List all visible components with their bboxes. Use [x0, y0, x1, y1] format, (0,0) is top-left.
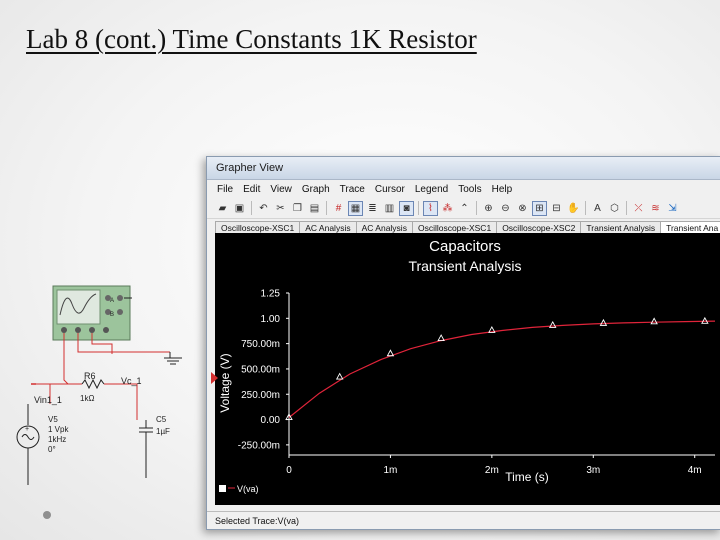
legend[interactable]: V(va)	[219, 484, 259, 494]
circuit-schematic: A B R6 1kΩ Vc_1 Vin1_1 + V5 1 Vpk 1kHz 0…	[16, 285, 182, 485]
y-tick-label: 1.25	[261, 289, 281, 300]
toolbar: ▰ ▣ ↶ ✂ ❐ ▤ # ▦ ≣ ▥ ◙ ⌇ ⁂ ⌃ ⊕ ⊖ ⊗ ⊞ ⊟ ✋ A ⬡ ⤫ ≋ ⇲	[207, 198, 720, 219]
pan-icon[interactable]: ✋	[566, 201, 581, 216]
legend-swatch	[219, 485, 226, 492]
plot-area[interactable]: Capacitors Transient Analysis Voltage (V…	[215, 233, 720, 505]
grapher-window[interactable]: Grapher View File Edit View Graph Trace Curso…	[206, 156, 720, 530]
x-tick-label: 0	[286, 465, 292, 476]
source-ref: V5	[48, 415, 58, 424]
x-tick-label: 1m	[383, 465, 397, 476]
cut-icon[interactable]: ✂	[273, 201, 288, 216]
ground-icon	[164, 352, 182, 365]
background-icon[interactable]: ◙	[399, 200, 414, 216]
scope-channel-b: B	[110, 312, 114, 318]
toolbar-separator	[251, 201, 252, 215]
hex-icon[interactable]: ⬡	[607, 201, 622, 216]
source-frequency: 1kHz	[48, 435, 66, 444]
export-icon[interactable]: ⇲	[665, 201, 680, 216]
y-tick-label: 750.00m	[241, 339, 280, 350]
source-amplitude: 1 Vpk	[48, 425, 69, 434]
menu-tools[interactable]: Tools	[458, 184, 481, 195]
status-bar: Selected Trace:V(va)	[207, 511, 720, 529]
data-marker	[701, 316, 709, 324]
y-axis-label: Voltage (V)	[218, 353, 232, 412]
undo-icon[interactable]: ↶	[256, 201, 271, 216]
toggle-grid-icon[interactable]: ▦	[348, 200, 363, 216]
menu-edit[interactable]: Edit	[243, 184, 260, 195]
y-tick-label: 500.00m	[241, 364, 280, 375]
menu-cursor[interactable]: Cursor	[375, 184, 405, 195]
x-tick-label: 2m	[485, 465, 499, 476]
zoom-full-icon[interactable]: ⊞	[532, 200, 547, 216]
chart-subtitle: Transient Analysis	[408, 258, 521, 274]
copy-icon[interactable]: ❐	[290, 201, 305, 216]
scope-channel-a: A	[110, 298, 114, 304]
measure-icon[interactable]: ≋	[648, 201, 663, 216]
input-label: Vin1_1	[34, 395, 62, 405]
x-tick-label: 4m	[688, 465, 702, 476]
data-marker	[650, 317, 658, 325]
menu-view[interactable]: View	[270, 184, 292, 195]
overlay-icon[interactable]: ⌃	[457, 201, 472, 216]
data-marker	[335, 372, 344, 380]
y-tick-label: 250.00m	[241, 390, 280, 401]
toolbar-separator	[476, 201, 477, 215]
capacitor-icon	[139, 420, 153, 478]
window-title[interactable]: Grapher View	[207, 157, 720, 180]
chart-title: Capacitors	[429, 238, 501, 255]
data-marker	[599, 318, 608, 326]
cursor-marker-icon[interactable]	[211, 372, 219, 384]
slide-title: Lab 8 (cont.) Time Constants 1K Resistor	[26, 24, 477, 54]
chart: Capacitors Transient Analysis Voltage (V…	[218, 238, 716, 494]
toolbar-separator	[326, 201, 327, 215]
paste-icon[interactable]: ▤	[307, 201, 322, 216]
resistor-icon	[81, 378, 105, 390]
save-icon[interactable]: ▣	[232, 201, 247, 216]
resistor-ref: R6	[84, 371, 96, 381]
text-icon[interactable]: A	[590, 201, 605, 216]
menu-bar: File Edit View Graph Trace Cursor Legend Tools H…	[207, 180, 720, 198]
legend-label: V(va)	[237, 484, 259, 494]
grid-icon[interactable]: #	[331, 201, 346, 216]
oscilloscope-icon	[52, 285, 131, 341]
menu-trace[interactable]: Trace	[340, 184, 365, 195]
zoom-y-icon[interactable]: ⊟	[549, 201, 564, 216]
open-icon[interactable]: ▰	[215, 201, 230, 216]
capacitor-value: 1µF	[156, 427, 170, 436]
zoom-area-icon[interactable]: ⊕	[481, 201, 496, 216]
data-marker	[386, 349, 395, 357]
y-tick-label: -250.00m	[238, 440, 280, 451]
zoom-out-icon[interactable]: ⊖	[498, 201, 513, 216]
y-tick-label: 0.00	[261, 415, 281, 426]
menu-graph[interactable]: Graph	[302, 184, 330, 195]
menu-file[interactable]: File	[217, 184, 233, 195]
svg-text:+: +	[25, 426, 29, 433]
source-phase: 0°	[48, 445, 56, 454]
menu-legend[interactable]: Legend	[415, 184, 448, 195]
cursor-icon[interactable]: ⌇	[423, 200, 438, 216]
toolbar-separator	[585, 201, 586, 215]
properties-icon[interactable]: ▥	[382, 201, 397, 216]
data-marker-icon[interactable]: ⁂	[440, 201, 455, 216]
toolbar-separator	[626, 201, 627, 215]
ac-source-icon: +	[16, 404, 40, 485]
resistor-value: 1kΩ	[80, 394, 94, 403]
toolbar-separator	[418, 201, 419, 215]
menu-help[interactable]: Help	[492, 184, 513, 195]
x-tick-label: 3m	[586, 465, 600, 476]
slide-bullet	[43, 511, 51, 519]
zoom-x-icon[interactable]: ⊗	[515, 201, 530, 216]
series-line-vva[interactable]	[288, 320, 716, 418]
capacitor-ref: C5	[156, 415, 167, 424]
add-trace-icon[interactable]: ⤫	[631, 201, 646, 216]
data-marker	[437, 334, 445, 342]
legend-icon[interactable]: ≣	[365, 201, 380, 216]
y-tick-label: 1.00	[261, 314, 281, 325]
node-label: Vc_1	[121, 376, 142, 386]
x-axis-label: Time (s)	[505, 470, 549, 484]
